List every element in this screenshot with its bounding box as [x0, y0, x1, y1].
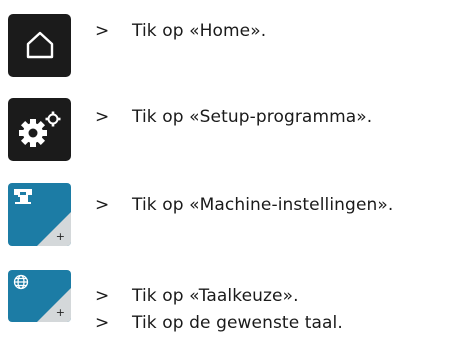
step-4-instruction: > Tik op «Taalkeuze». — [95, 285, 299, 307]
corner-tab — [37, 212, 71, 246]
step-3-instruction: > Tik op «Machine-instellingen». — [95, 194, 393, 216]
step-marker: > — [95, 21, 110, 41]
step-5-instruction: > Tik op de gewenste taal. — [95, 312, 343, 334]
sewing-machine-icon — [13, 187, 35, 205]
step-marker: > — [95, 286, 110, 306]
step-marker: > — [95, 195, 110, 215]
globe-icon — [13, 274, 29, 290]
setup-gears-icon — [18, 111, 62, 149]
step-text: Tik op de gewenste taal. — [132, 313, 343, 333]
home-button[interactable] — [8, 14, 71, 77]
step-marker: > — [95, 313, 110, 333]
machine-settings-button[interactable]: + — [8, 183, 71, 246]
step-text: Tik op «Setup-programma». — [132, 107, 373, 127]
plus-icon: + — [55, 306, 65, 319]
setup-program-button[interactable] — [8, 98, 71, 161]
step-text: Tik op «Taalkeuze». — [132, 286, 299, 306]
step-text: Tik op «Home». — [132, 21, 267, 41]
step-1-instruction: > Tik op «Home». — [95, 20, 266, 42]
plus-icon: + — [55, 230, 65, 243]
corner-tab — [37, 288, 71, 322]
step-text: Tik op «Machine-instellingen». — [132, 195, 394, 215]
home-icon — [24, 29, 56, 61]
step-marker: > — [95, 107, 110, 127]
language-selection-button[interactable]: + — [8, 270, 71, 322]
step-2-instruction: > Tik op «Setup-programma». — [95, 106, 372, 128]
